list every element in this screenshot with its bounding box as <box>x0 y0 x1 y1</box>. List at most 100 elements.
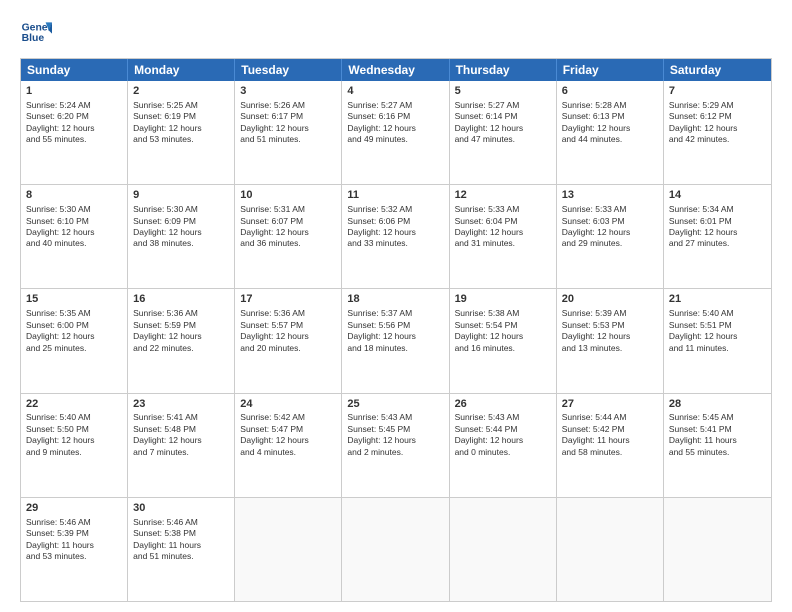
day-info: Sunrise: 5:36 AM <box>133 308 229 319</box>
day-info: Sunset: 5:50 PM <box>26 424 122 435</box>
day-info: Daylight: 11 hours <box>26 540 122 551</box>
cal-cell-22: 22Sunrise: 5:40 AMSunset: 5:50 PMDayligh… <box>21 394 128 497</box>
day-info: Sunrise: 5:29 AM <box>669 100 766 111</box>
calendar-header: SundayMondayTuesdayWednesdayThursdayFrid… <box>21 59 771 81</box>
day-info: Sunrise: 5:31 AM <box>240 204 336 215</box>
day-info: Daylight: 12 hours <box>455 227 551 238</box>
day-number: 29 <box>26 501 122 516</box>
day-info: Sunset: 6:00 PM <box>26 320 122 331</box>
day-info: Sunset: 6:19 PM <box>133 111 229 122</box>
header-monday: Monday <box>128 59 235 81</box>
page-header: General Blue <box>20 16 772 48</box>
day-number: 8 <box>26 188 122 203</box>
day-info: Sunset: 5:39 PM <box>26 528 122 539</box>
day-info: Daylight: 11 hours <box>669 435 766 446</box>
day-info: Sunset: 6:12 PM <box>669 111 766 122</box>
day-info: Sunrise: 5:33 AM <box>455 204 551 215</box>
day-info: Sunset: 5:54 PM <box>455 320 551 331</box>
cal-cell-21: 21Sunrise: 5:40 AMSunset: 5:51 PMDayligh… <box>664 289 771 392</box>
day-number: 5 <box>455 84 551 99</box>
day-info: and 36 minutes. <box>240 238 336 249</box>
day-info: Daylight: 11 hours <box>562 435 658 446</box>
day-info: Daylight: 12 hours <box>669 123 766 134</box>
cal-cell-15: 15Sunrise: 5:35 AMSunset: 6:00 PMDayligh… <box>21 289 128 392</box>
day-info: Daylight: 12 hours <box>133 331 229 342</box>
day-info: Sunset: 5:57 PM <box>240 320 336 331</box>
day-info: Daylight: 12 hours <box>240 331 336 342</box>
cal-cell-13: 13Sunrise: 5:33 AMSunset: 6:03 PMDayligh… <box>557 185 664 288</box>
day-info: Sunrise: 5:40 AM <box>669 308 766 319</box>
day-info: Sunset: 5:44 PM <box>455 424 551 435</box>
day-info: Daylight: 12 hours <box>347 123 443 134</box>
day-info: Sunrise: 5:37 AM <box>347 308 443 319</box>
day-info: Sunrise: 5:30 AM <box>133 204 229 215</box>
day-number: 18 <box>347 292 443 307</box>
day-info: Daylight: 12 hours <box>562 331 658 342</box>
cal-cell-26: 26Sunrise: 5:43 AMSunset: 5:44 PMDayligh… <box>450 394 557 497</box>
day-info: and 55 minutes. <box>669 447 766 458</box>
day-info: and 55 minutes. <box>26 134 122 145</box>
day-info: Sunset: 6:09 PM <box>133 216 229 227</box>
day-info: Daylight: 12 hours <box>347 227 443 238</box>
day-number: 19 <box>455 292 551 307</box>
day-info: Sunset: 6:17 PM <box>240 111 336 122</box>
day-info: Daylight: 12 hours <box>455 123 551 134</box>
cal-cell-9: 9Sunrise: 5:30 AMSunset: 6:09 PMDaylight… <box>128 185 235 288</box>
day-info: and 53 minutes. <box>26 551 122 562</box>
cal-cell-empty-4-4 <box>450 498 557 601</box>
day-number: 23 <box>133 397 229 412</box>
day-info: Sunrise: 5:36 AM <box>240 308 336 319</box>
header-tuesday: Tuesday <box>235 59 342 81</box>
day-info: Sunrise: 5:41 AM <box>133 412 229 423</box>
header-friday: Friday <box>557 59 664 81</box>
day-info: and 29 minutes. <box>562 238 658 249</box>
day-info: and 13 minutes. <box>562 343 658 354</box>
day-info: Sunrise: 5:46 AM <box>26 517 122 528</box>
day-info: Sunset: 6:10 PM <box>26 216 122 227</box>
cal-cell-empty-4-5 <box>557 498 664 601</box>
day-info: Sunset: 5:48 PM <box>133 424 229 435</box>
day-info: Sunrise: 5:44 AM <box>562 412 658 423</box>
day-info: Sunset: 6:20 PM <box>26 111 122 122</box>
cal-cell-20: 20Sunrise: 5:39 AMSunset: 5:53 PMDayligh… <box>557 289 664 392</box>
day-info: Daylight: 12 hours <box>347 435 443 446</box>
cal-cell-29: 29Sunrise: 5:46 AMSunset: 5:39 PMDayligh… <box>21 498 128 601</box>
day-info: Daylight: 12 hours <box>455 435 551 446</box>
day-number: 11 <box>347 188 443 203</box>
day-info: Daylight: 12 hours <box>26 435 122 446</box>
day-info: Sunset: 5:47 PM <box>240 424 336 435</box>
day-info: Sunrise: 5:33 AM <box>562 204 658 215</box>
day-number: 7 <box>669 84 766 99</box>
day-info: and 51 minutes. <box>133 551 229 562</box>
day-info: Sunset: 6:04 PM <box>455 216 551 227</box>
day-number: 6 <box>562 84 658 99</box>
calendar-row-4: 22Sunrise: 5:40 AMSunset: 5:50 PMDayligh… <box>21 394 771 498</box>
day-info: and 7 minutes. <box>133 447 229 458</box>
day-info: and 53 minutes. <box>133 134 229 145</box>
logo-icon: General Blue <box>20 16 52 48</box>
svg-text:Blue: Blue <box>22 33 45 44</box>
day-info: Daylight: 12 hours <box>133 123 229 134</box>
cal-cell-3: 3Sunrise: 5:26 AMSunset: 6:17 PMDaylight… <box>235 81 342 184</box>
header-saturday: Saturday <box>664 59 771 81</box>
day-info: Daylight: 12 hours <box>347 331 443 342</box>
day-info: and 58 minutes. <box>562 447 658 458</box>
day-info: Sunset: 6:03 PM <box>562 216 658 227</box>
day-number: 10 <box>240 188 336 203</box>
day-info: Sunset: 6:13 PM <box>562 111 658 122</box>
day-info: Sunset: 5:51 PM <box>669 320 766 331</box>
day-info: Daylight: 12 hours <box>26 227 122 238</box>
day-info: Sunrise: 5:45 AM <box>669 412 766 423</box>
day-number: 28 <box>669 397 766 412</box>
day-info: Sunrise: 5:28 AM <box>562 100 658 111</box>
cal-cell-8: 8Sunrise: 5:30 AMSunset: 6:10 PMDaylight… <box>21 185 128 288</box>
day-number: 1 <box>26 84 122 99</box>
day-info: Daylight: 11 hours <box>133 540 229 551</box>
day-info: Daylight: 12 hours <box>26 123 122 134</box>
day-info: and 27 minutes. <box>669 238 766 249</box>
day-number: 2 <box>133 84 229 99</box>
day-number: 16 <box>133 292 229 307</box>
day-info: and 18 minutes. <box>347 343 443 354</box>
logo: General Blue <box>20 16 52 48</box>
day-info: Sunrise: 5:39 AM <box>562 308 658 319</box>
